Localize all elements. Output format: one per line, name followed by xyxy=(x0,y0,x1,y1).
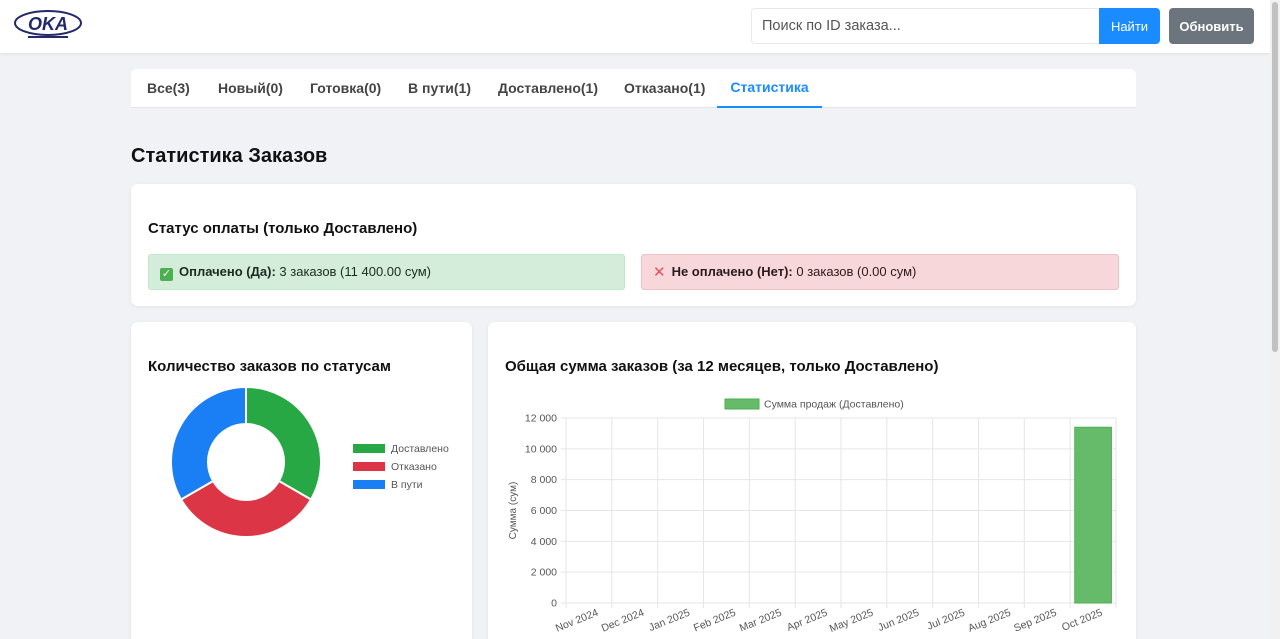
bar-card-title: Общая сумма заказов (за 12 месяцев, толь… xyxy=(505,358,939,375)
paid-status-box: ✓ Оплачено (Да): 3 заказов (11 400.00 сум… xyxy=(148,254,625,290)
unpaid-label: Не оплачено (Нет): xyxy=(671,264,793,279)
scrollbar-thumb[interactable] xyxy=(1272,2,1278,352)
sales-bar-chart: Сумма продаж (Доставлено) 0 2 000 4 000 6 00… xyxy=(508,398,1117,635)
y-tick-label: 0 xyxy=(551,598,557,610)
x-tick-label: Apr 2025 xyxy=(785,607,829,634)
legend-swatch xyxy=(724,398,760,410)
x-tick-label: Feb 2025 xyxy=(692,607,738,635)
y-tick-label: 4 000 xyxy=(531,536,557,548)
y-axis-title: Сумма (сум) xyxy=(508,482,519,540)
legend-swatch xyxy=(353,444,385,453)
bar xyxy=(1074,426,1112,604)
x-tick-label: Dec 2024 xyxy=(600,607,646,635)
cross-icon: ✕ xyxy=(653,264,666,281)
tab-cooking[interactable]: Готовка(0) xyxy=(310,69,381,108)
x-tick-label: Nov 2024 xyxy=(554,607,600,635)
tab-statistics[interactable]: Статистика xyxy=(717,69,822,108)
x-tick-label: Jan 2025 xyxy=(647,607,692,634)
tab-delivered[interactable]: Доставлено(1) xyxy=(498,69,598,108)
legend-label: Отказано xyxy=(391,461,437,473)
page-scrollbar[interactable] xyxy=(1270,0,1280,639)
x-tick-label: Oct 2025 xyxy=(1060,607,1104,634)
legend-label: Доставлено xyxy=(391,443,449,455)
tab-rejected[interactable]: Отказано(1) xyxy=(624,69,705,108)
logo-text: OKA xyxy=(28,14,68,34)
x-tick-label: Sep 2025 xyxy=(1012,607,1058,635)
x-tick-label: May 2025 xyxy=(828,607,875,635)
page-title: Статистика Заказов xyxy=(131,145,328,167)
check-box-icon: ✓ xyxy=(160,268,173,281)
tab-new[interactable]: Новый(0) xyxy=(218,69,283,108)
legend-label: Сумма продаж (Доставлено) xyxy=(764,399,904,411)
x-tick-label: Mar 2025 xyxy=(738,607,784,635)
tab-all[interactable]: Все(3) xyxy=(147,69,190,108)
y-tick-label: 6 000 xyxy=(531,505,557,517)
sales-sum-card: Общая сумма заказов (за 12 месяцев, толь… xyxy=(488,322,1136,639)
find-button[interactable]: Найти xyxy=(1099,8,1160,44)
top-bar: OKA Найти Обновить xyxy=(0,0,1270,53)
y-tick-label: 8 000 xyxy=(531,474,557,486)
status-tabs: Все(3) Новый(0) Готовка(0) В пути(1) Дос… xyxy=(131,69,1136,108)
x-tick-label: Jul 2025 xyxy=(925,607,966,633)
x-tick-label: Aug 2025 xyxy=(966,607,1012,635)
legend-swatch xyxy=(353,462,385,471)
y-tick-label: 12 000 xyxy=(525,413,557,425)
search-input[interactable] xyxy=(751,8,1099,44)
y-tick-label: 2 000 xyxy=(531,567,557,579)
paid-label: Оплачено (Да): xyxy=(179,264,276,279)
payment-card-title: Статус оплаты (только Доставлено) xyxy=(148,220,418,237)
status-count-card: Количество заказов по статусам Доставлен… xyxy=(131,322,472,639)
status-donut-chart: Доставлено Отказано В пути xyxy=(170,385,449,538)
tab-in-transit[interactable]: В пути(1) xyxy=(408,69,471,108)
donut-card-title: Количество заказов по статусам xyxy=(148,358,391,375)
unpaid-status-box: ✕ Не оплачено (Нет): 0 заказов (0.00 сум) xyxy=(641,254,1119,290)
refresh-button[interactable]: Обновить xyxy=(1169,8,1254,44)
unpaid-text: 0 заказов (0.00 сум) xyxy=(792,264,917,279)
payment-status-card: Статус оплаты (только Доставлено) ✓ Оплач… xyxy=(131,184,1136,306)
x-tick-label: Jun 2025 xyxy=(876,607,921,634)
oka-logo[interactable]: OKA xyxy=(14,10,82,40)
legend-label: В пути xyxy=(391,479,423,491)
paid-text: 3 заказов (11 400.00 сум) xyxy=(275,264,431,279)
y-tick-label: 10 000 xyxy=(525,443,557,455)
donut-slice xyxy=(170,385,247,501)
legend-swatch xyxy=(353,480,385,489)
